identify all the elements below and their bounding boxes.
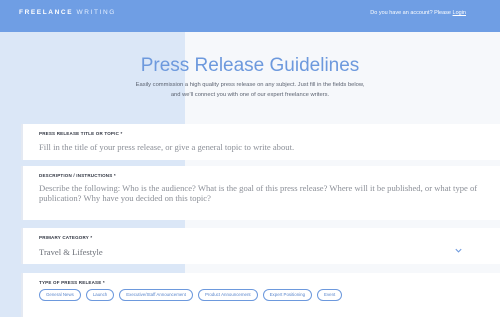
type-option-event[interactable]: Event: [317, 289, 343, 301]
account-prompt-text: Do you have an account? Please: [370, 10, 451, 16]
press-release-type-field: TYPE OF PRESS RELEASE * General News Lau…: [21, 273, 500, 317]
description-placeholder[interactable]: Describe the following: Who is the audie…: [39, 183, 494, 203]
type-option-executive-staff-announcement[interactable]: Executive/Staff Announcement: [119, 289, 193, 301]
account-prompt: Do you have an account? Please Login: [370, 10, 466, 16]
top-bar: FREELANCE WRITING Do you have an account…: [0, 0, 500, 32]
description-field[interactable]: DESCRIPTION / INSTRUCTIONS * Describe th…: [21, 166, 500, 220]
chevron-down-icon[interactable]: [454, 246, 463, 255]
login-link[interactable]: Login: [453, 10, 466, 16]
page-subtitle-line-2: and we'll connect you with one of our ex…: [170, 92, 330, 98]
primary-category-label: PRIMARY CATEGORY *: [39, 235, 93, 240]
type-option-general-news[interactable]: General News: [39, 289, 81, 301]
primary-category-value[interactable]: Travel & Lifestyle: [39, 247, 103, 257]
title-topic-field[interactable]: PRESS RELEASE TITLE OR TOPIC * Fill in t…: [21, 124, 500, 160]
type-option-product-announcement[interactable]: Product Announcement: [197, 289, 258, 301]
logo-text-writing: WRITING: [76, 9, 116, 16]
description-label: DESCRIPTION / INSTRUCTIONS *: [39, 173, 116, 178]
press-release-type-label: TYPE OF PRESS RELEASE *: [39, 280, 105, 285]
page-subtitle-line-1: Easily commission a high quality press r…: [135, 82, 365, 88]
title-topic-label: PRESS RELEASE TITLE OR TOPIC *: [39, 131, 123, 136]
page-title: Press Release Guidelines: [140, 55, 360, 76]
title-topic-placeholder[interactable]: Fill in the title of your press release,…: [39, 142, 294, 152]
type-option-launch[interactable]: Launch: [85, 289, 115, 301]
type-option-expert-positioning[interactable]: Expert Positioning: [262, 289, 313, 301]
press-release-type-options: General News Launch Executive/Staff Anno…: [39, 289, 347, 301]
primary-category-select[interactable]: PRIMARY CATEGORY * Travel & Lifestyle: [21, 228, 500, 264]
page-subtitle: Easily commission a high quality press r…: [0, 80, 500, 100]
site-logo[interactable]: FREELANCE WRITING: [19, 9, 116, 16]
logo-text-freelance: FREELANCE: [19, 9, 74, 16]
